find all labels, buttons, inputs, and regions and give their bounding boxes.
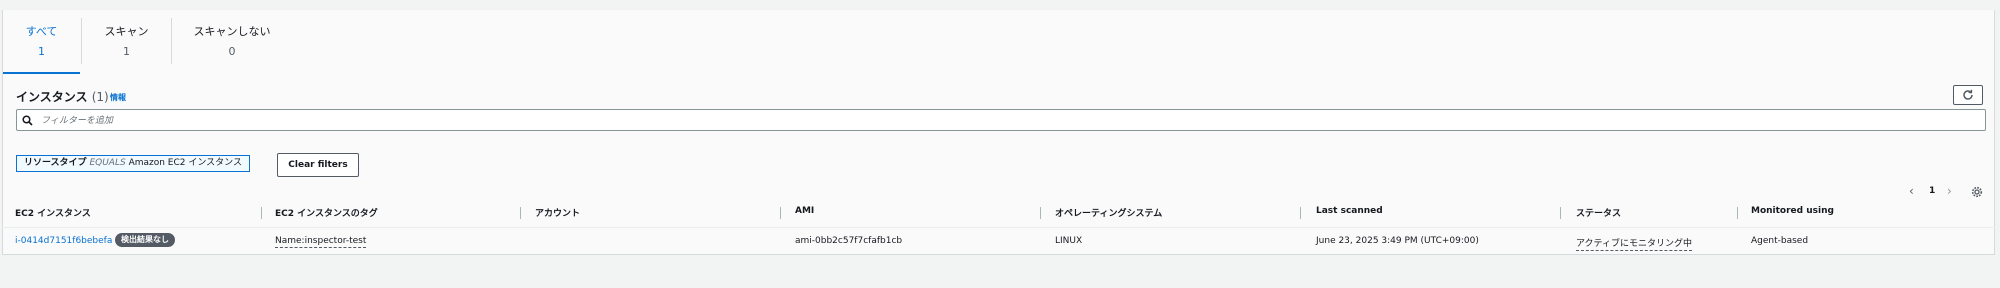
column-resizer[interactable] (520, 207, 521, 219)
column-header-monitored[interactable]: Monitored using (1751, 206, 1834, 216)
search-input[interactable] (39, 112, 1943, 130)
search-bar (16, 109, 1986, 131)
instance-tag[interactable]: Name:inspector-test (275, 236, 367, 248)
ami-cell: ami-0bb2c57f7cfafb1cb (795, 236, 903, 246)
monitored-using-cell: Agent-based (1751, 236, 1809, 246)
column-header-status[interactable]: ステータス (1576, 206, 1621, 219)
tab-not-scanned[interactable]: スキャンしない 0 (172, 10, 292, 72)
tab-all[interactable]: すべて 1 (3, 10, 80, 74)
filter-value: Amazon EC2 インスタンス (128, 158, 242, 168)
column-header-instance[interactable]: EC2 インスタンス (15, 206, 91, 219)
column-header-account[interactable]: アカウント (535, 206, 580, 219)
column-resizer[interactable] (1560, 207, 1561, 219)
table-header-divider (2, 227, 1995, 228)
column-header-os[interactable]: オペレーティングシステム (1055, 206, 1162, 219)
os-cell: LINUX (1055, 236, 1083, 246)
chevron-left-icon[interactable]: ‹ (1909, 184, 1914, 198)
tab-scanned[interactable]: スキャン 1 (82, 10, 171, 72)
tab-not-scanned-count: 0 (228, 45, 236, 58)
tab-not-scanned-label: スキャンしない (193, 25, 271, 38)
page-number[interactable]: 1 (1929, 186, 1935, 196)
column-resizer[interactable] (780, 207, 781, 219)
column-resizer[interactable] (1300, 207, 1301, 219)
page-title-text: インスタンス (16, 90, 88, 104)
gear-icon[interactable] (1971, 186, 1983, 198)
clear-filters-button[interactable]: Clear filters (277, 153, 359, 177)
tab-all-label: すべて (25, 25, 58, 38)
refresh-icon (1963, 89, 1973, 100)
page-title: インスタンス (1) (16, 88, 109, 105)
filter-operator: EQUALS (89, 158, 126, 168)
refresh-button[interactable] (1953, 85, 1983, 105)
info-link[interactable]: 情報 (110, 92, 126, 103)
column-header-ami[interactable]: AMI (795, 206, 814, 216)
chevron-right-icon[interactable]: › (1947, 184, 1952, 198)
column-resizer[interactable] (1737, 207, 1738, 219)
column-resizer[interactable] (261, 207, 262, 219)
filter-key: リソースタイプ (24, 158, 87, 168)
instance-id-link[interactable]: i-0414d7151f6bebefa (15, 236, 112, 246)
tab-all-count: 1 (38, 45, 45, 58)
column-resizer[interactable] (1040, 207, 1041, 219)
status-cell[interactable]: アクティブにモニタリング中 (1576, 239, 1693, 251)
column-header-last-scanned[interactable]: Last scanned (1316, 206, 1383, 216)
instance-count: (1) (91, 90, 109, 104)
tab-scanned-label: スキャン (104, 25, 149, 38)
scan-tabs: すべて 1 スキャン 1 スキャンしない 0 (3, 10, 1994, 74)
last-scanned-cell: June 23, 2025 3:49 PM (UTC+09:00) (1316, 236, 1479, 246)
search-icon (22, 115, 33, 126)
status-badge: 検出結果なし (115, 233, 175, 247)
column-header-tags[interactable]: EC2 インスタンスのタグ (275, 206, 378, 219)
tab-scanned-count: 1 (123, 45, 130, 58)
filter-token[interactable]: リソースタイプ EQUALS Amazon EC2 インスタンス (16, 155, 250, 172)
